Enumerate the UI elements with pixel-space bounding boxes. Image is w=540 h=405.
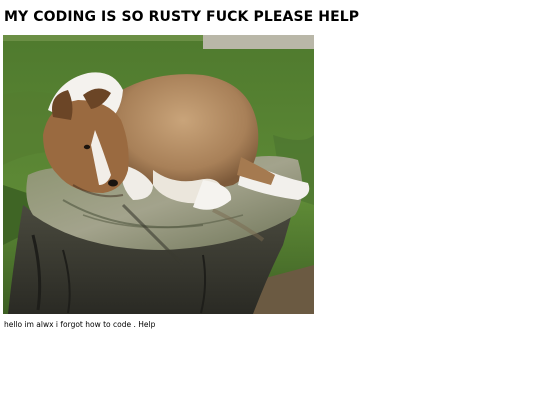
caption-text: hello im alwx i forgot how to code . Hel… [4,320,156,329]
puppy-photo [3,35,314,314]
page-title: MY CODING IS SO RUSTY FUCK PLEASE HELP [4,9,360,25]
